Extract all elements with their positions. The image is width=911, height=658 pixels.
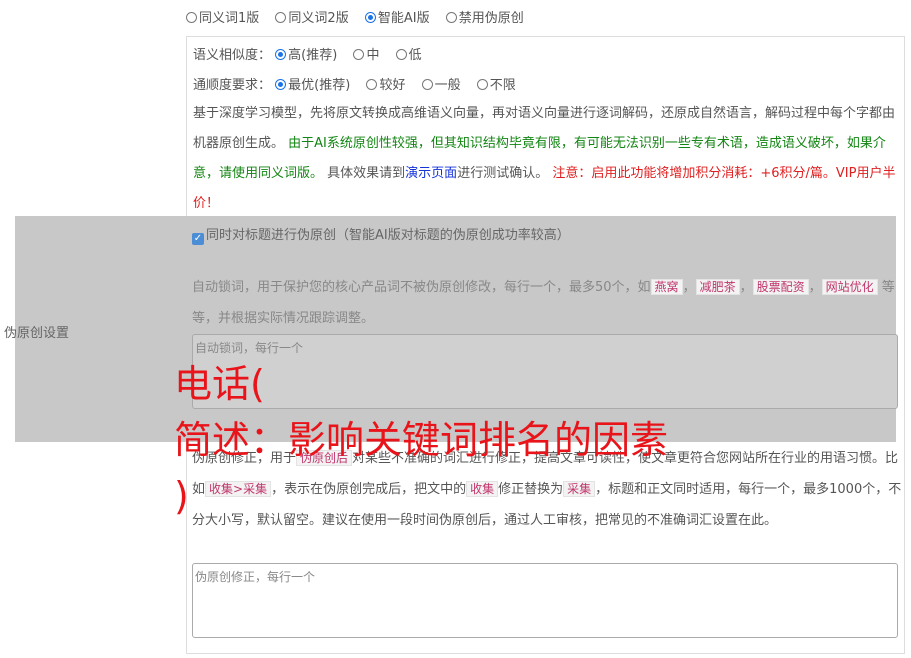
- mode-option-synonym1[interactable]: 同义词1版: [186, 11, 259, 26]
- radio-icon[interactable]: [366, 79, 378, 90]
- keyword-tag: 减肥茶: [695, 279, 740, 295]
- similarity-high[interactable]: 高(推荐): [275, 48, 337, 63]
- mode-option-disable[interactable]: 禁用伪原创: [445, 11, 524, 26]
- keyword-tag: 股票配资: [752, 279, 809, 295]
- radio-selected-icon[interactable]: [275, 49, 287, 60]
- fluency-good[interactable]: 较好: [366, 78, 405, 93]
- radio-selected-icon[interactable]: [275, 79, 287, 90]
- correction-textarea[interactable]: 伪原创修正，每行一个: [192, 563, 898, 638]
- overlay-heading: 电话( 简述：影响关键词排名的因素 ): [174, 362, 669, 518]
- similarity-row: 语义相似度： 高(推荐) 中 低: [193, 47, 434, 65]
- title-rewrite-option[interactable]: ✓ 同时对标题进行伪原创（智能AI版对标题的伪原创成功率较高）: [192, 227, 570, 245]
- fluency-unlimited[interactable]: 不限: [476, 78, 516, 93]
- radio-icon[interactable]: [445, 12, 457, 23]
- lock-words-description: 自动锁词，用于保护您的核心产品词不被伪原创修改，每行一个，最多50个，如 燕窝，减…: [192, 279, 895, 326]
- pseudo-original-settings-label: 伪原创设置: [4, 326, 70, 341]
- fluency-label: 通顺度要求：: [193, 78, 272, 93]
- radio-selected-icon[interactable]: [364, 12, 376, 23]
- similarity-low[interactable]: 低: [395, 48, 422, 63]
- similarity-medium[interactable]: 中: [353, 48, 379, 63]
- radio-icon[interactable]: [275, 12, 287, 23]
- similarity-label: 语义相似度：: [193, 48, 272, 63]
- mode-option-ai[interactable]: 智能AI版: [364, 11, 430, 26]
- fluency-row: 通顺度要求： 最优(推荐) 较好 一般 不限: [193, 77, 528, 95]
- fluency-best[interactable]: 最优(推荐): [275, 78, 350, 93]
- radio-icon[interactable]: [186, 12, 197, 23]
- fluency-normal[interactable]: 一般: [421, 78, 461, 93]
- radio-icon[interactable]: [421, 79, 433, 90]
- radio-icon[interactable]: [395, 49, 407, 60]
- checkbox-checked-icon[interactable]: ✓: [192, 233, 204, 245]
- keyword-tag: 燕窝: [650, 279, 683, 295]
- mode-option-synonym2[interactable]: 同义词2版: [275, 11, 349, 26]
- ai-description: 基于深度学习模型，先将原文转换成高维语义向量，再对语义向量进行逐词解码，还原成自…: [193, 106, 896, 211]
- radio-icon[interactable]: [353, 49, 365, 60]
- keyword-tag: 网站优化: [821, 279, 878, 295]
- mode-radio-group: 同义词1版 同义词2版 智能AI版 禁用伪原创: [186, 10, 536, 28]
- radio-icon[interactable]: [476, 79, 488, 90]
- demo-page-link[interactable]: 演示页面: [405, 166, 457, 181]
